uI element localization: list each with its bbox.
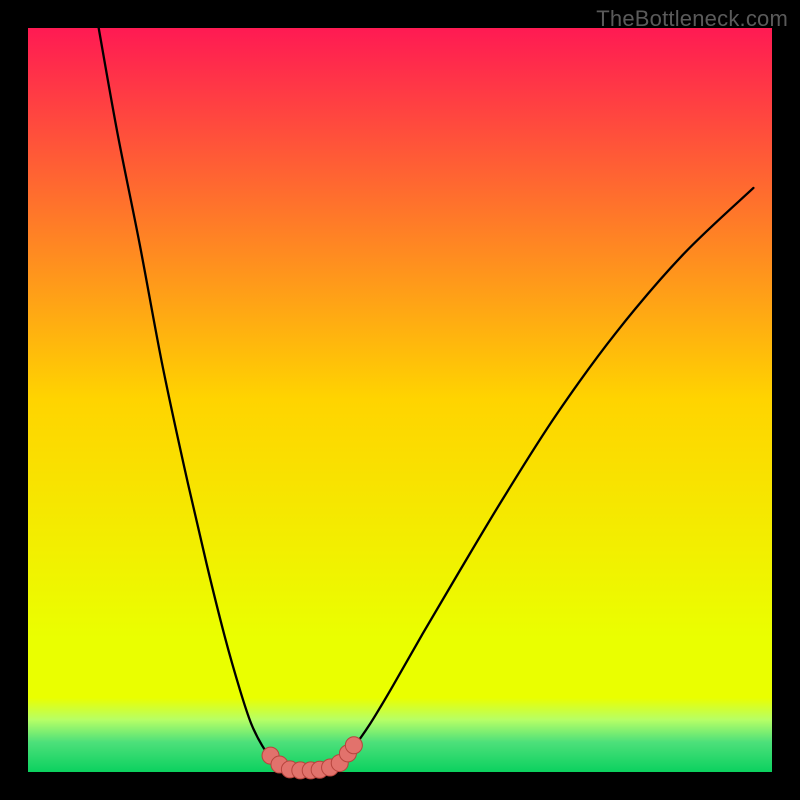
bottleneck-chart	[0, 0, 800, 800]
watermark-text: TheBottleneck.com	[596, 6, 788, 32]
chart-container: TheBottleneck.com	[0, 0, 800, 800]
plot-area	[28, 28, 772, 772]
data-marker	[345, 737, 362, 754]
